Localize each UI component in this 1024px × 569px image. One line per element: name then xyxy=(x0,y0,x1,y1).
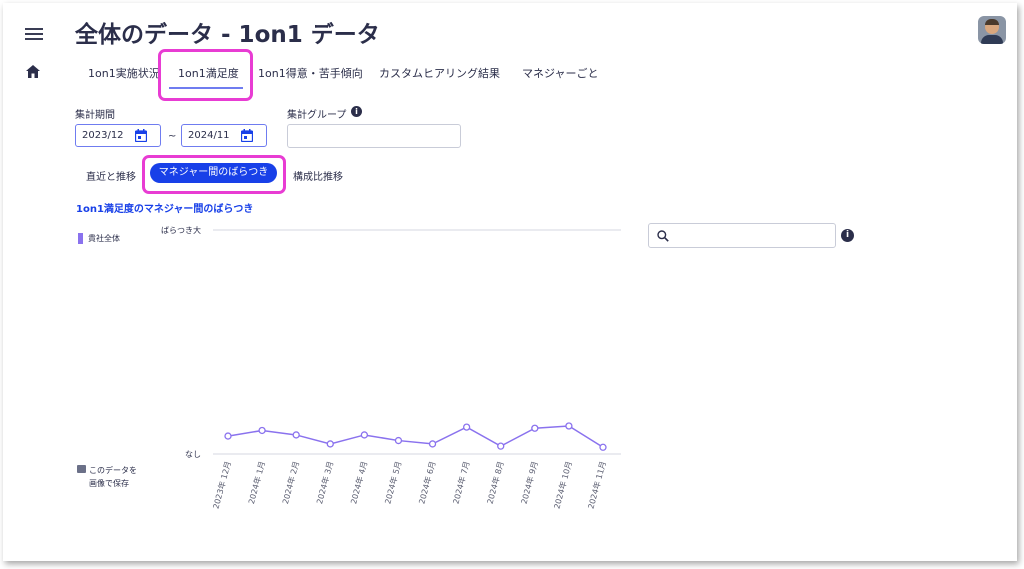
y-label-bottom: なし xyxy=(185,450,201,459)
tab-highlight-frame xyxy=(158,49,253,101)
y-label-top: ばらつき大 xyxy=(161,225,201,235)
app-window: 全体のデータ - 1on1 データ 1on1実施状況 1on1満足度 1on1得… xyxy=(3,3,1017,561)
data-point xyxy=(292,431,300,439)
x-tick-label: 2024年 2月 xyxy=(280,460,301,505)
data-point xyxy=(565,422,573,430)
data-point xyxy=(497,442,505,450)
group-label: 集計グループ xyxy=(287,110,347,121)
data-point xyxy=(599,443,607,451)
segment-highlight-frame xyxy=(142,155,286,194)
section-title: 1on1満足度のマネジャー間のばらつき xyxy=(76,204,254,215)
end-date-value: 2024/11 xyxy=(188,130,230,141)
tab-custom-hearing[interactable]: カスタムヒアリング結果 xyxy=(379,65,500,81)
data-point xyxy=(258,426,266,435)
tab-strengths[interactable]: 1on1得意・苦手傾向 xyxy=(258,65,363,81)
x-tick-label: 2023年 12月 xyxy=(211,460,233,510)
date-separator: ~ xyxy=(168,131,177,142)
data-point xyxy=(394,436,403,445)
data-point xyxy=(360,431,369,439)
series-line xyxy=(227,425,604,448)
data-point xyxy=(224,432,232,440)
chart-info-icon[interactable]: i xyxy=(841,229,854,242)
calendar-icon[interactable] xyxy=(135,129,147,142)
x-tick-label: 2024年 1月 xyxy=(246,460,267,505)
x-tick-label: 2024年 6月 xyxy=(416,460,437,505)
x-tick-label: 2024年 11月 xyxy=(586,460,608,510)
save-line1: このデータを xyxy=(89,466,137,475)
search-icon xyxy=(657,230,669,242)
user-avatar[interactable] xyxy=(978,16,1006,44)
image-save-icon[interactable] xyxy=(77,465,86,473)
home-icon[interactable] xyxy=(26,65,40,78)
period-label: 集計期間 xyxy=(75,110,115,121)
x-tick-label: 2024年 5月 xyxy=(382,460,403,505)
segment-composition[interactable]: 構成比推移 xyxy=(293,168,343,183)
data-point xyxy=(326,440,334,448)
x-tick-label: 2024年 3月 xyxy=(314,460,335,505)
x-tick-label: 2024年 8月 xyxy=(485,460,506,505)
save-line2: 画像で保存 xyxy=(89,479,129,488)
x-tick-label: 2024年 10月 xyxy=(551,460,573,510)
search-input[interactable] xyxy=(648,223,836,248)
tab-per-manager[interactable]: マネジャーごと xyxy=(522,65,598,81)
start-date-input[interactable]: 2023/12 xyxy=(75,124,161,147)
hamburger-menu-icon[interactable] xyxy=(25,28,43,42)
segment-recent[interactable]: 直近と推移 xyxy=(86,168,136,183)
x-tick-label: 2024年 4月 xyxy=(348,460,369,505)
end-date-input[interactable]: 2024/11 xyxy=(181,124,267,147)
group-select[interactable] xyxy=(287,124,461,148)
data-point xyxy=(462,423,471,431)
x-tick-label: 2024年 9月 xyxy=(519,460,540,505)
variance-line-chart: ばらつき大なし 2023年 12月 2024年 1月 2024年 2月 2024年 3月… xyxy=(161,225,621,510)
tab-implementation[interactable]: 1on1実施状況 xyxy=(88,65,160,81)
start-date-value: 2023/12 xyxy=(82,130,124,141)
info-icon[interactable]: i xyxy=(351,106,362,117)
x-tick-label: 2024年 7月 xyxy=(451,460,472,505)
data-point xyxy=(428,440,437,448)
calendar-icon[interactable] xyxy=(241,129,253,142)
save-image-button[interactable]: このデータを 画像で保存 xyxy=(89,464,137,490)
legend-label: 貴社全体 xyxy=(88,234,120,243)
data-point xyxy=(531,424,539,432)
page-title: 全体のデータ - 1on1 データ xyxy=(75,22,380,48)
legend-swatch xyxy=(78,233,83,244)
